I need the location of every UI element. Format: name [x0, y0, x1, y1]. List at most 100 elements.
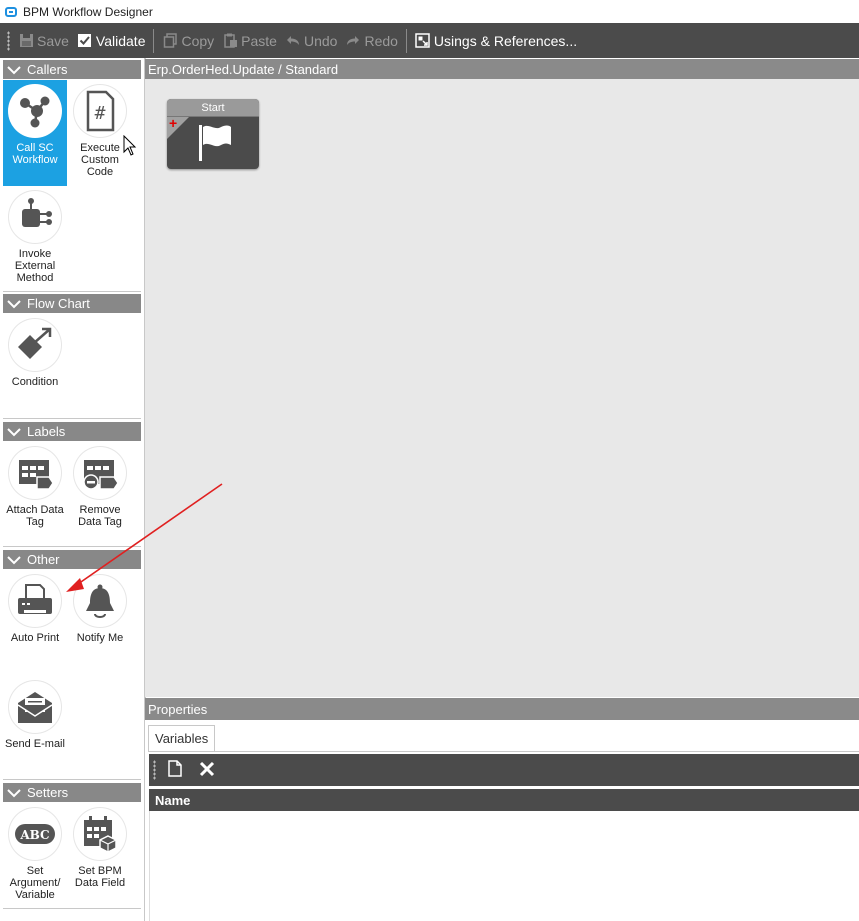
chevron-down-icon	[7, 788, 21, 798]
attach-tag-icon	[8, 446, 62, 500]
properties-header: Properties	[145, 698, 859, 720]
close-icon	[199, 761, 215, 780]
save-button-label: Save	[37, 32, 69, 49]
toolbar-grip[interactable]	[7, 30, 10, 51]
category-labels[interactable]: Labels	[3, 422, 141, 441]
tool-label: Send E-mail	[5, 738, 65, 750]
undo-button-label: Undo	[303, 32, 338, 49]
bell-icon	[73, 574, 127, 628]
workflow-nodes-icon	[8, 84, 62, 138]
category-callers-label: Callers	[27, 62, 68, 77]
new-document-icon	[168, 760, 182, 780]
hash-glyph: #	[95, 103, 106, 124]
tool-label: Set Argument/ Variable	[9, 865, 61, 901]
paste-button-label: Paste	[241, 32, 277, 49]
toolbar-grip[interactable]	[153, 760, 156, 780]
category-divider	[3, 908, 141, 909]
copy-button-label: Copy	[181, 32, 215, 49]
paste-button[interactable]: Paste	[218, 23, 281, 58]
tab-variables[interactable]: Variables	[148, 725, 216, 751]
clipboard-icon	[222, 33, 238, 49]
category-callers[interactable]: Callers	[3, 60, 141, 79]
tool-label: Auto Print	[10, 632, 60, 644]
new-variable-button[interactable]	[162, 757, 188, 783]
properties-title: Properties	[148, 701, 208, 717]
canvas-header: Erp.OrderHed.Update / Standard	[145, 59, 859, 79]
start-node-title: Start	[167, 99, 259, 117]
tool-set-argument-variable[interactable]: ABC Set Argument/ Variable	[3, 803, 67, 907]
usings-references-button[interactable]: Usings & References...	[411, 23, 581, 58]
toolbar-separator	[153, 28, 155, 53]
tool-label: Call SC Workflow	[12, 142, 58, 166]
tab-variables-label: Variables	[155, 731, 209, 746]
variables-grid-header: Name	[149, 789, 859, 811]
printer-icon	[8, 574, 62, 628]
category-other-label: Other	[27, 552, 60, 567]
title-bar: BPM Workflow Designer	[0, 0, 859, 23]
workflow-path: Erp.OrderHed.Update / Standard	[148, 61, 339, 77]
category-setters-label: Setters	[27, 785, 69, 800]
category-other[interactable]: Other	[3, 550, 141, 569]
references-icon	[415, 33, 431, 49]
undo-button[interactable]: Undo	[281, 23, 341, 58]
variables-grid-body[interactable]	[149, 811, 859, 921]
properties-tab-strip: Variables	[148, 725, 859, 752]
start-node[interactable]: Start +	[167, 99, 259, 169]
tool-label: Attach Data Tag	[6, 504, 64, 528]
tool-invoke-external-method[interactable]: Invoke External Method	[3, 186, 67, 290]
tool-notify-me[interactable]: Notify Me	[68, 570, 132, 674]
usings-references-button-label: Usings & References...	[433, 32, 578, 49]
flag-icon	[197, 123, 233, 166]
main-toolbar: Save Validate Copy Paste Undo Redo Using…	[0, 23, 859, 58]
category-divider	[3, 418, 141, 419]
plus-icon[interactable]: +	[169, 116, 177, 130]
calendar-field-icon	[73, 807, 127, 861]
code-file-icon: #	[73, 84, 127, 138]
toolbar-separator	[405, 28, 407, 53]
redo-button-label: Redo	[364, 32, 398, 49]
category-flow-chart[interactable]: Flow Chart	[3, 294, 141, 313]
toolbox-panel: Callers Call SC Workflow # Execute Custo…	[0, 58, 146, 921]
external-method-icon	[8, 190, 62, 244]
copy-button[interactable]: Copy	[158, 23, 218, 58]
tool-label: Set BPM Data Field	[74, 865, 126, 889]
condition-diamond-icon	[8, 318, 62, 372]
variables-toolbar	[149, 754, 859, 786]
tool-label: Remove Data Tag	[78, 504, 122, 528]
tool-attach-data-tag[interactable]: Attach Data Tag	[3, 442, 67, 532]
chevron-down-icon	[7, 555, 21, 565]
app-window-icon	[5, 6, 17, 17]
workflow-canvas[interactable]: Start +	[145, 79, 859, 697]
properties-panel: Variables Name	[145, 720, 859, 921]
tool-execute-custom-code[interactable]: # Execute Custom Code	[68, 80, 132, 186]
delete-variable-button[interactable]	[194, 757, 220, 783]
category-setters[interactable]: Setters	[3, 783, 141, 802]
category-flow-chart-label: Flow Chart	[27, 296, 90, 311]
validate-button-label: Validate	[95, 32, 146, 49]
chevron-down-icon	[7, 299, 21, 309]
save-button[interactable]: Save	[14, 23, 73, 58]
tool-set-bpm-data-field[interactable]: Set BPM Data Field	[68, 803, 132, 907]
validate-button[interactable]: Validate	[73, 23, 150, 58]
abc-badge-icon: ABC	[8, 807, 62, 861]
tool-send-email[interactable]: Send E-mail	[3, 676, 67, 776]
copy-icon	[162, 33, 178, 49]
remove-tag-icon	[73, 446, 127, 500]
chevron-down-icon	[7, 65, 21, 75]
column-name-header[interactable]: Name	[155, 793, 190, 808]
envelope-icon	[8, 680, 62, 734]
tool-label: Invoke External Method	[14, 248, 56, 284]
chevron-down-icon	[7, 427, 21, 437]
category-divider	[3, 291, 141, 292]
tool-call-sc-workflow[interactable]: Call SC Workflow	[3, 80, 67, 186]
tool-label: Notify Me	[76, 632, 124, 644]
tool-auto-print[interactable]: Auto Print	[3, 570, 67, 674]
category-divider	[3, 546, 141, 547]
tool-condition[interactable]: Condition	[3, 314, 67, 396]
mouse-pointer-icon	[123, 135, 137, 156]
tool-remove-data-tag[interactable]: Remove Data Tag	[68, 442, 132, 532]
category-labels-label: Labels	[27, 424, 66, 439]
floppy-disk-icon	[18, 33, 34, 49]
redo-button[interactable]: Redo	[341, 23, 401, 58]
tool-label: Condition	[11, 376, 59, 388]
